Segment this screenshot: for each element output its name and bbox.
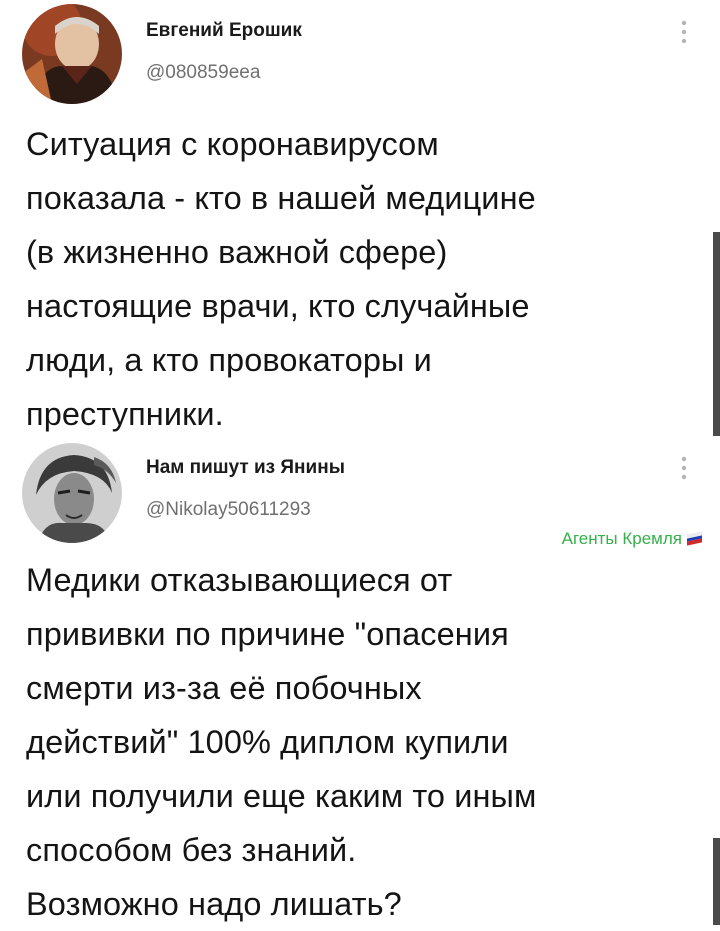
author-handle[interactable]: @Nikolay50611293: [146, 499, 311, 521]
watermark-label: Агенты Кремля: [561, 529, 682, 548]
scroll-indicator[interactable]: [713, 838, 720, 925]
avatar-photo-icon: [22, 4, 122, 104]
tweet-card: Нам пишут из Янины @Nikolay50611293 Аген…: [0, 440, 720, 925]
more-vertical-icon: [681, 456, 687, 480]
more-vertical-icon: [681, 20, 687, 44]
author-name[interactable]: Нам пишут из Янины: [146, 457, 345, 479]
author-name[interactable]: Евгений Ерошик: [146, 20, 302, 42]
scroll-indicator[interactable]: [713, 232, 720, 436]
tweet-card: Евгений Ерошик @080859eea Ситуация с кор…: [0, 0, 720, 440]
tweet-text: Медики отказывающиеся от прививки по при…: [26, 562, 537, 922]
more-options-button[interactable]: [678, 454, 690, 482]
user-avatar[interactable]: [22, 4, 122, 104]
more-options-button[interactable]: [678, 18, 690, 46]
russian-flag-icon: [687, 531, 702, 546]
tweet-text: Ситуация с коронавирусом показала - кто …: [26, 126, 536, 432]
author-handle[interactable]: @080859eea: [146, 62, 260, 84]
user-avatar[interactable]: [22, 443, 122, 543]
avatar-photo-icon: [22, 443, 122, 543]
